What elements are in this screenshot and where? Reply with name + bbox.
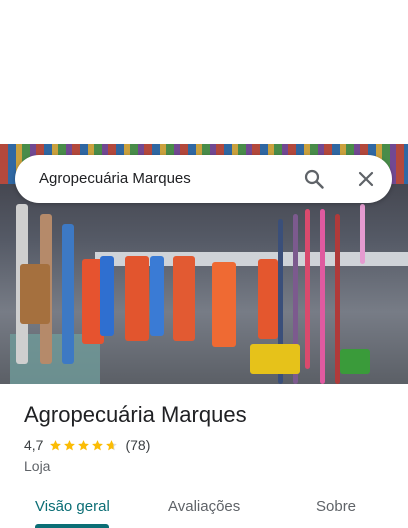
star-icon [64,439,76,450]
search-query-text[interactable]: Agropecuária Marques [39,170,191,187]
star-icon [92,439,104,450]
tab-selected-indicator [35,524,109,528]
search-icon[interactable] [304,169,324,189]
photo-tag [340,349,370,374]
map-blank-area [0,0,408,144]
photo-tag [150,256,164,336]
photo-leash [360,204,365,264]
search-bar[interactable]: Agropecuária Marques [15,155,392,203]
tab-overview[interactable]: Visão geral [35,498,110,515]
star-icon [78,439,90,450]
photo-strap [62,224,74,364]
place-category: Loja [24,458,51,474]
place-title: Agropecuária Marques [24,402,247,427]
photo-tag [100,256,114,336]
tab-reviews[interactable]: Avaliações [168,498,240,515]
star-icon [106,439,118,450]
rating-stars [49,439,119,452]
rating-row[interactable]: 4,7 (78) [24,437,150,453]
star-icon [50,439,62,450]
photo-tag [250,344,300,374]
tab-about[interactable]: Sobre [316,498,356,515]
place-tabs: Visão geral Avaliações Sobre [0,490,408,528]
photo-leash [320,209,325,384]
rating-value: 4,7 [24,437,44,453]
photo-tag [173,256,195,341]
close-icon[interactable] [356,169,376,189]
photo-tag [20,264,50,324]
photo-tag [125,256,149,341]
photo-tag [212,262,236,347]
review-count[interactable]: (78) [125,437,150,453]
photo-tag [258,259,278,339]
photo-leash [305,209,310,369]
